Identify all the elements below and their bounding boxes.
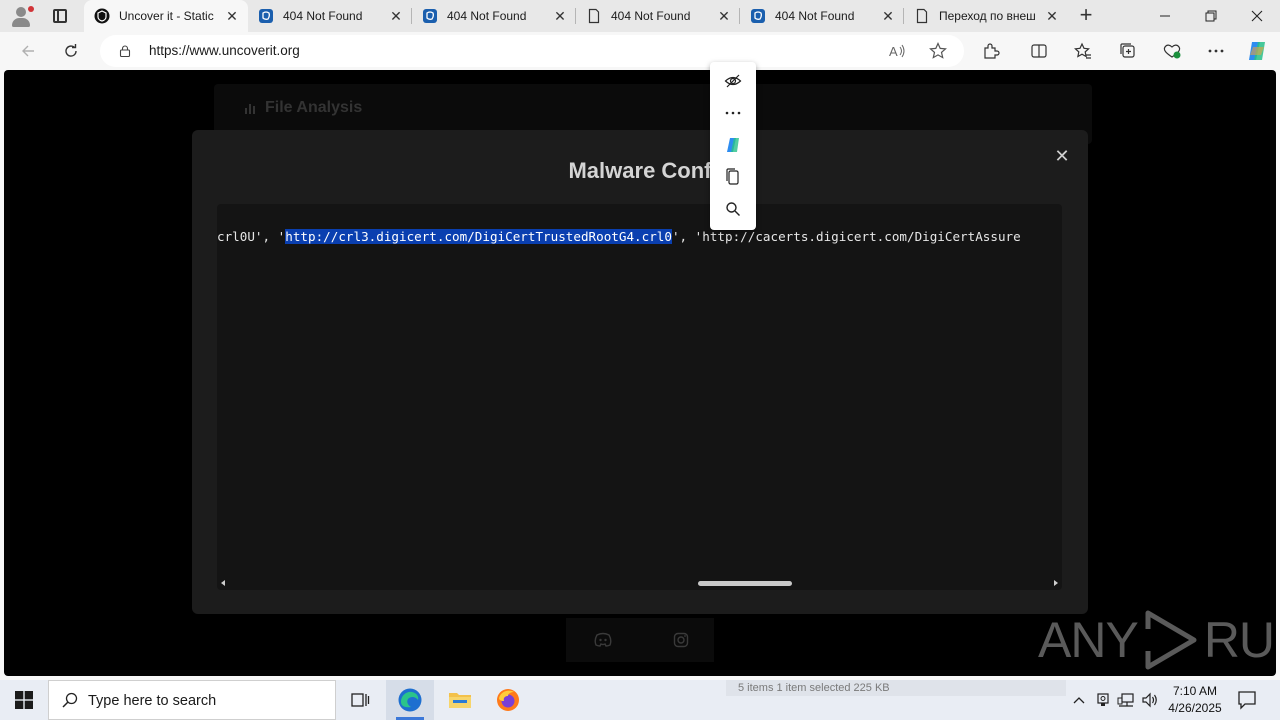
uncoverit-logo-icon (94, 8, 110, 24)
device-icon[interactable] (1094, 690, 1112, 710)
file-explorer-icon[interactable] (436, 680, 484, 720)
new-tab-button[interactable]: + (1074, 4, 1098, 28)
close-window-button[interactable] (1234, 0, 1280, 32)
tab-404-3[interactable]: 404 Not Found ✕ (576, 0, 740, 32)
firefox-icon[interactable] (484, 680, 532, 720)
taskbar: Type here to search 5 items 1 item selec… (0, 680, 1280, 720)
tab-close-icon[interactable]: ✕ (714, 6, 734, 26)
discord-icon[interactable] (594, 632, 612, 648)
chevron-up-icon[interactable] (1070, 690, 1088, 710)
tab-page-icon (422, 8, 438, 24)
search-placeholder[interactable]: Type here to search (88, 693, 216, 709)
address-bar[interactable]: https://www.uncoverit.org A (100, 35, 964, 67)
document-icon (586, 8, 602, 24)
bar-chart-icon (245, 104, 255, 114)
restore-button[interactable] (1188, 0, 1234, 32)
copy-icon[interactable] (710, 162, 756, 192)
tab-title: 404 Not Found (611, 9, 691, 23)
tab-title: 404 Not Found (447, 9, 527, 23)
tab-404-4[interactable]: 404 Not Found ✕ (740, 0, 904, 32)
scroll-left-arrow-icon[interactable] (221, 580, 225, 586)
search-icon (62, 692, 78, 708)
url-text[interactable]: https://www.uncoverit.org (149, 43, 300, 58)
lock-icon[interactable] (119, 45, 131, 57)
tab-close-icon[interactable]: ✕ (386, 6, 406, 26)
modal-close-icon[interactable]: ✕ (1052, 146, 1072, 166)
config-code-box[interactable]: crl0U', 'http://crl3.digicert.com/DigiCe… (217, 204, 1062, 590)
tab-close-icon[interactable]: ✕ (222, 6, 242, 26)
tab-bar: Uncover it - Static ✕ 404 Not Found ✕ 40… (0, 0, 1280, 32)
tab-close-icon[interactable]: ✕ (878, 6, 898, 26)
browser-window: Uncover it - Static ✕ 404 Not Found ✕ 40… (0, 0, 1280, 680)
tab-404-2[interactable]: 404 Not Found ✕ (412, 0, 576, 32)
tab-uncoverit[interactable]: Uncover it - Static ✕ (84, 0, 248, 32)
volume-icon[interactable] (1141, 690, 1159, 710)
edge-taskbar-icon[interactable] (386, 680, 434, 720)
collections-icon[interactable] (1115, 39, 1141, 63)
notifications-icon[interactable] (1236, 689, 1258, 711)
minimize-button[interactable] (1142, 0, 1188, 32)
address-toolbar: https://www.uncoverit.org A (0, 32, 1280, 70)
back-button[interactable] (15, 39, 41, 63)
tab-page-icon (750, 8, 766, 24)
clock-time: 7:10 AM (1172, 684, 1218, 698)
svg-text:A: A (889, 44, 898, 59)
play-logo-icon (1144, 610, 1197, 670)
browser-essentials-icon[interactable] (1159, 39, 1185, 63)
scroll-right-arrow-icon[interactable] (1054, 580, 1058, 586)
tab-title: 404 Not Found (283, 9, 363, 23)
search-icon[interactable] (710, 194, 756, 224)
task-view-icon[interactable] (336, 680, 384, 720)
tab-close-icon[interactable]: ✕ (550, 6, 570, 26)
tab-actions-icon[interactable] (48, 6, 72, 26)
split-screen-icon[interactable] (1026, 39, 1052, 63)
tab-close-icon[interactable]: ✕ (1042, 6, 1062, 26)
copilot-icon[interactable] (1244, 39, 1270, 63)
favorite-star-icon[interactable] (925, 39, 951, 63)
tab-title: Uncover it - Static (119, 9, 214, 23)
instagram-icon[interactable] (672, 632, 690, 648)
page-content: File Analysis Malware Conf ✕ crl0U', 'ht… (4, 70, 1276, 676)
malware-config-modal: Malware Conf ✕ crl0U', 'http://crl3.digi… (192, 130, 1088, 614)
scrollbar-thumb[interactable] (698, 581, 792, 586)
horizontal-scrollbar[interactable] (217, 576, 1062, 590)
more-menu-icon[interactable] (1203, 39, 1229, 63)
tab-redirect[interactable]: Переход по внеш ✕ (904, 0, 1068, 32)
selected-url[interactable]: http://crl3.digicert.com/DigiCertTrusted… (285, 229, 672, 244)
refresh-button[interactable] (58, 39, 84, 63)
section-title: File Analysis (265, 99, 363, 116)
selection-mini-menu (710, 62, 756, 230)
tab-page-icon (258, 8, 274, 24)
more-icon[interactable] (710, 98, 756, 128)
explorer-status-bar: 5 items 1 item selected 225 KB (726, 680, 1066, 696)
copilot-icon[interactable] (710, 130, 756, 160)
taskbar-search[interactable]: Type here to search (48, 680, 336, 720)
network-icon[interactable] (1117, 690, 1135, 710)
tab-404-1[interactable]: 404 Not Found ✕ (248, 0, 412, 32)
system-clock[interactable]: 7:10 AM 4/26/2025 (1160, 683, 1230, 717)
config-code-line[interactable]: crl0U', 'http://crl3.digicert.com/DigiCe… (217, 229, 1021, 244)
read-aloud-icon[interactable]: A (885, 39, 911, 63)
code-before: crl0U', ' (217, 229, 286, 244)
windows-start-icon[interactable] (0, 680, 48, 720)
modal-title: Malware Conf (568, 158, 712, 183)
tab-title: 404 Not Found (775, 9, 855, 23)
tab-title: Переход по внеш (939, 9, 1036, 23)
extensions-icon[interactable] (978, 39, 1004, 63)
social-links (566, 618, 714, 662)
anyrun-watermark: ANY RUN (1038, 608, 1276, 672)
hide-menu-icon[interactable] (710, 66, 756, 96)
code-after: ', 'http://cacerts.digicert.com/DigiCert… (671, 229, 1021, 244)
document-icon (914, 8, 930, 24)
clock-date: 4/26/2025 (1168, 701, 1222, 715)
favorites-icon[interactable] (1070, 39, 1096, 63)
profile-avatar-icon[interactable] (10, 5, 34, 27)
